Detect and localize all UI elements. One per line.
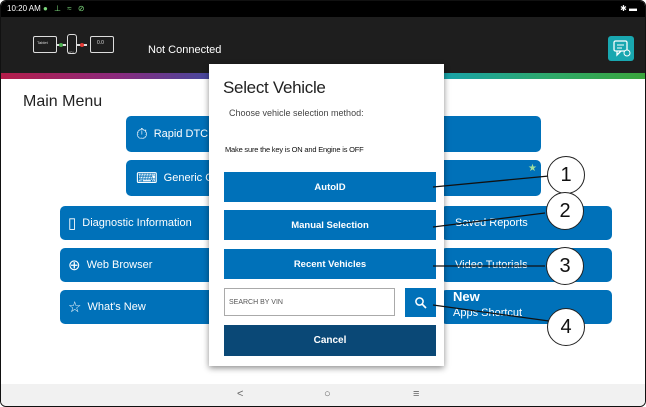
callout-3: 3	[546, 247, 584, 285]
callout-4: 4	[547, 308, 585, 346]
callout-2: 2	[546, 192, 584, 230]
callout-1: 1	[547, 156, 585, 194]
tablet-screen: 10:20 AM ● ⊥ ≈ ⊘ ✱ ▬ Tablet VCI 0.0 Not …	[0, 0, 646, 407]
